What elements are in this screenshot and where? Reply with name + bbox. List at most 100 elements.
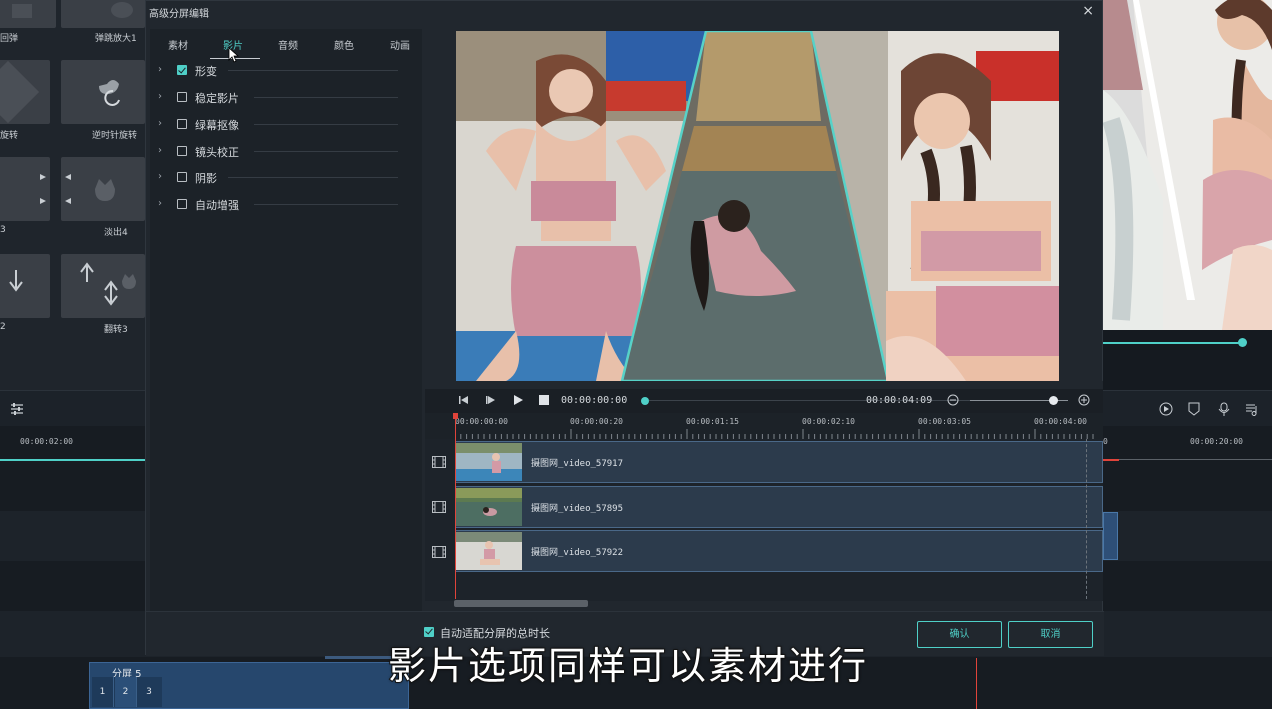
video-thumbnail <box>456 443 522 481</box>
mouse-cursor-icon <box>228 47 240 63</box>
effect-label: 3 <box>0 225 6 235</box>
render-preview-icon[interactable] <box>1159 402 1173 416</box>
split-screen-preview[interactable] <box>456 31 1059 381</box>
playhead-handle[interactable] <box>453 413 458 419</box>
chevron-right-icon[interactable]: › <box>158 171 162 182</box>
preview-image <box>456 31 1059 381</box>
adjust-icon[interactable] <box>10 403 24 415</box>
checkbox[interactable] <box>177 119 187 129</box>
option-label: 镜头校正 <box>195 146 239 159</box>
film-icon[interactable] <box>432 546 446 558</box>
track-1[interactable]: 摄图网_video_57917 <box>455 441 1103 483</box>
option-stabilize[interactable]: › 稳定影片 <box>158 89 398 107</box>
checkbox[interactable] <box>177 146 187 156</box>
option-shadow[interactable]: › 阴影 <box>158 169 398 187</box>
main-preview-controls <box>1103 330 1272 390</box>
ruler-label: 00:00:03:05 <box>918 417 971 426</box>
tab-audio[interactable]: 音频 <box>278 37 298 52</box>
cancel-button[interactable]: 取消 <box>1008 621 1093 648</box>
effect-tile-counter-rotate[interactable] <box>61 60 145 124</box>
zoom-out-icon[interactable] <box>947 394 959 406</box>
track-row <box>1103 511 1272 561</box>
video-thumbnail <box>456 532 522 570</box>
option-chroma-key[interactable]: › 绿幕抠像 <box>158 116 398 134</box>
previous-frame-icon[interactable] <box>458 394 470 406</box>
track-name: 摄图网_video_57895 <box>531 504 624 514</box>
arrow-down-icon <box>9 270 23 292</box>
option-label: 绿幕抠像 <box>195 119 239 132</box>
film-icon[interactable] <box>432 501 446 513</box>
chevron-right-icon[interactable]: › <box>158 91 162 102</box>
effect-label: 逆时针旋转 <box>92 131 138 141</box>
timeline-time-label: 00:00:02:00 <box>20 437 73 446</box>
checkbox[interactable] <box>177 172 187 182</box>
timeline-time-label: 00:00:20:00 <box>1190 437 1243 446</box>
tab-material[interactable]: 素材 <box>168 37 188 52</box>
advanced-split-screen-dialog: 高级分屏编辑 × 素材 影片 音频 颜色 动画 › 形变 › 稳定影片 › 绿幕… <box>145 0 1104 656</box>
option-lens-correction[interactable]: › 镜头校正 <box>158 143 398 161</box>
effect-tile-3[interactable] <box>0 157 50 221</box>
timeline-ruler[interactable]: 00:00:00:00 00:00:00:20 00:00:01:15 00:0… <box>425 413 1103 439</box>
checkbox[interactable] <box>177 65 187 75</box>
tulip-icon <box>65 174 115 204</box>
total-time: 00:00:04:09 <box>866 395 933 406</box>
chevron-right-icon[interactable]: › <box>158 145 162 156</box>
zoom-slider-handle[interactable] <box>1049 396 1059 405</box>
option-label: 稳定影片 <box>195 92 239 105</box>
chevron-right-icon[interactable]: › <box>158 198 162 209</box>
effect-tile-bounce[interactable] <box>0 0 56 28</box>
effect-label: 翻转3 <box>104 325 128 335</box>
track-name: 摄图网_video_57922 <box>531 548 624 558</box>
microphone-icon[interactable] <box>1218 402 1230 416</box>
track-name: 摄图网_video_57917 <box>531 459 624 469</box>
playback-progress-handle[interactable] <box>641 397 649 405</box>
clip-cell: 3 <box>146 687 152 697</box>
flip-icon <box>80 262 136 306</box>
zoom-in-icon[interactable] <box>1078 394 1090 406</box>
effect-tile-rotate[interactable] <box>0 60 50 124</box>
track-3[interactable]: 摄图网_video_57922 <box>455 530 1103 572</box>
close-icon[interactable]: × <box>1082 3 1094 19</box>
option-label: 自动增强 <box>195 199 239 212</box>
chevron-right-icon[interactable]: › <box>158 118 162 129</box>
option-label: 形变 <box>195 65 217 78</box>
clip-cell: 1 <box>92 677 114 707</box>
split-screen-clip[interactable]: 分屏 5 1 2 3 <box>89 662 409 709</box>
playhead[interactable] <box>455 413 456 599</box>
chevron-right-icon[interactable]: › <box>158 64 162 75</box>
effect-label: 回弹 <box>0 34 19 44</box>
end-marker <box>1086 439 1087 599</box>
tab-color[interactable]: 颜色 <box>334 37 354 52</box>
play-icon[interactable] <box>512 394 524 406</box>
main-progress-handle[interactable] <box>1238 338 1247 347</box>
timeline-scrollbar[interactable] <box>454 600 588 607</box>
preview-image <box>1103 0 1272 330</box>
option-auto-enhance[interactable]: › 自动增强 <box>158 196 398 214</box>
checkbox[interactable] <box>177 92 187 102</box>
effect-tile-2[interactable] <box>0 254 50 318</box>
next-frame-icon[interactable] <box>485 394 497 406</box>
track-2[interactable]: 摄图网_video_57895 <box>455 486 1103 528</box>
track-clip[interactable] <box>1103 512 1118 560</box>
current-time: 00:00:00:00 <box>561 395 628 406</box>
video-thumbnail <box>456 488 522 526</box>
option-label: 阴影 <box>195 172 217 185</box>
effects-panel: 回弹 弹跳放大1 旋转 逆时针旋转 3 淡出4 2 翻转3 <box>0 0 146 390</box>
settings-panel: 素材 影片 音频 颜色 动画 › 形变 › 稳定影片 › 绿幕抠像 › 镜头校正… <box>150 29 422 611</box>
stop-icon[interactable] <box>538 394 550 406</box>
arrows-icon <box>40 174 46 204</box>
checkbox[interactable] <box>177 199 187 209</box>
film-icon[interactable] <box>432 456 446 468</box>
tab-animation[interactable]: 动画 <box>390 37 410 52</box>
timeline-time-label: 0 <box>1103 437 1108 446</box>
option-transform[interactable]: › 形变 <box>158 62 398 80</box>
effect-tile-fade-out[interactable] <box>61 157 145 221</box>
ruler-label: 00:00:01:15 <box>686 417 739 426</box>
effect-tile-bounce-zoom[interactable] <box>61 0 145 28</box>
audio-mixer-icon[interactable] <box>1245 402 1259 416</box>
effect-tile-flip[interactable] <box>61 254 145 318</box>
track-area: 摄图网_video_57917 摄图网_video_57895 摄图网_vide… <box>425 439 1103 601</box>
confirm-button[interactable]: 确认 <box>917 621 1002 648</box>
marker-icon[interactable] <box>1188 402 1200 416</box>
effect-label: 2 <box>0 322 6 332</box>
